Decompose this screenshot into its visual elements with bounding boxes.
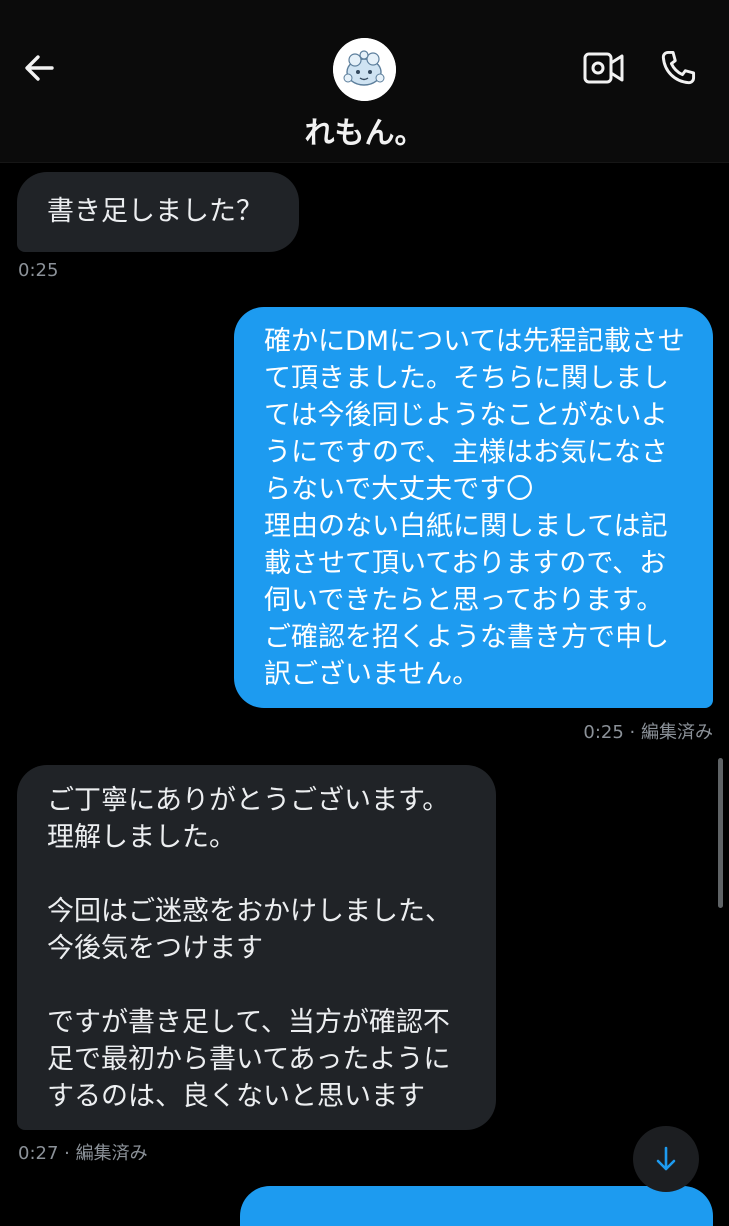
arrow-down-icon xyxy=(656,1146,676,1171)
message-bubble-incoming[interactable]: 書き足しました？ xyxy=(17,172,299,252)
message-bubble-incoming[interactable]: ご丁寧にありがとうございます。 理解しました。 今回はご迷惑をおかけしました、 … xyxy=(17,765,496,1130)
back-button[interactable] xyxy=(20,48,60,88)
scrollbar[interactable] xyxy=(718,758,723,908)
avatar-illustration xyxy=(333,38,396,101)
avatar[interactable] xyxy=(333,38,396,101)
message-bubble-outgoing[interactable]: 確かにDMについては先程記載させて頂きました。そちらに関しましては今後同じような… xyxy=(234,307,713,708)
conversation-header: れもん。 xyxy=(0,0,729,163)
voice-call-button[interactable] xyxy=(656,46,700,90)
contact-name[interactable]: れもん。 xyxy=(0,108,729,152)
video-camera-icon xyxy=(583,52,624,84)
message-timestamp: 0:27 · 編集済み xyxy=(18,1143,148,1164)
scroll-to-bottom-button[interactable] xyxy=(633,1126,699,1192)
message-timestamp: 0:25 xyxy=(18,260,59,281)
back-arrow-icon xyxy=(25,55,54,81)
phone-icon xyxy=(661,50,696,85)
message-bubble-outgoing-partial[interactable] xyxy=(240,1186,713,1226)
video-call-button[interactable] xyxy=(582,48,626,88)
message-timestamp: 0:25 · 編集済み xyxy=(583,722,713,743)
